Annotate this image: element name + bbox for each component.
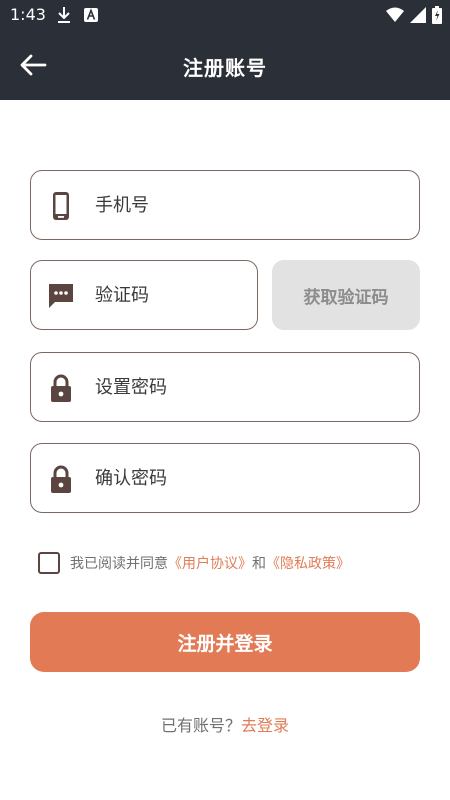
user-agreement-link[interactable]: 《用户协议》 bbox=[168, 556, 252, 572]
get-code-button[interactable]: 获取验证码 bbox=[272, 260, 420, 330]
app-bar: 注册账号 bbox=[0, 30, 450, 100]
agreement-and: 和 bbox=[252, 556, 266, 572]
verification-code-input[interactable] bbox=[95, 261, 241, 329]
agreement-checkbox[interactable] bbox=[38, 552, 60, 574]
password-field[interactable] bbox=[30, 352, 420, 422]
status-bar: 1:43 bbox=[0, 0, 450, 30]
page-title: 注册账号 bbox=[183, 56, 267, 80]
verification-code-field[interactable] bbox=[30, 260, 258, 330]
password-input[interactable] bbox=[95, 353, 403, 421]
download-icon bbox=[58, 7, 70, 23]
confirm-password-input[interactable] bbox=[95, 444, 403, 512]
privacy-policy-link[interactable]: 《隐私政策》 bbox=[266, 556, 350, 572]
phone-input[interactable] bbox=[95, 171, 403, 239]
a-notification-icon bbox=[84, 8, 98, 22]
agreement-text: 我已阅读并同意《用户协议》和《隐私政策》 bbox=[70, 553, 350, 573]
agreement-prefix: 我已阅读并同意 bbox=[70, 556, 168, 572]
signal-icon bbox=[410, 7, 426, 23]
battery-icon bbox=[432, 6, 442, 24]
message-icon bbox=[49, 284, 73, 308]
confirm-password-field[interactable] bbox=[30, 443, 420, 513]
status-time: 1:43 bbox=[10, 5, 46, 24]
phone-icon bbox=[53, 192, 69, 220]
wifi-icon bbox=[386, 7, 404, 22]
login-prompt-text: 已有账号？ bbox=[160, 716, 241, 735]
go-login-link[interactable]: 去登录 bbox=[241, 716, 289, 735]
login-prompt: 已有账号？去登录 bbox=[0, 712, 450, 736]
lock-icon bbox=[51, 374, 71, 402]
register-login-button[interactable]: 注册并登录 bbox=[30, 612, 420, 672]
phone-field[interactable] bbox=[30, 170, 420, 240]
lock-icon bbox=[51, 465, 71, 493]
agreement-row: 我已阅读并同意《用户协议》和《隐私政策》 bbox=[38, 551, 350, 575]
